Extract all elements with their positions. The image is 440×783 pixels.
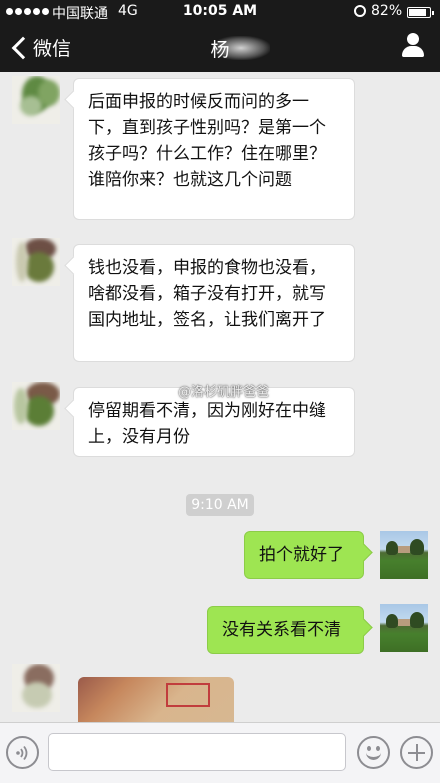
message-text: 钱也没看，申报的食物也没看，啥都没看，箱子没有打开，就写国内地址，签名，让我们离… [88,258,326,330]
message-bubble-received[interactable]: 后面申报的时候反而问的多一下，直到孩子性别吗？是第一个孩子吗？什么工作？住在哪里… [73,78,355,220]
avatar[interactable] [12,664,60,712]
contact-info-button[interactable] [402,33,424,57]
timestamp: 9:10 AM [186,494,254,516]
more-button[interactable] [400,736,433,769]
avatar[interactable] [12,238,60,286]
chat-area[interactable]: 后面申报的时候反而问的多一下，直到孩子性别吗？是第一个孩子吗？什么工作？住在哪里… [0,72,440,722]
message-text: 停留期看不清，因为刚好在中缝上，没有月份 [88,401,326,447]
my-avatar[interactable] [380,531,428,579]
message-bubble-sent[interactable]: 没有关系看不清 [207,606,364,654]
input-bar [0,722,440,783]
message-input[interactable] [48,733,346,771]
battery-icon [407,7,434,18]
emoji-button[interactable] [357,736,390,769]
message-text: 没有关系看不清 [222,620,341,640]
message-text: 后面申报的时候反而问的多一下，直到孩子性别吗？是第一个孩子吗？什么工作？住在哪里… [88,92,326,190]
top-bar: 中国联通 4G 10:05 AM 82% 微信 杨 [0,0,440,72]
voice-icon [16,745,28,761]
stamp-image [166,683,210,707]
avatar[interactable] [12,382,60,430]
title-blur-mask [212,36,270,60]
my-avatar[interactable] [380,604,428,652]
voice-button[interactable] [6,736,39,769]
message-bubble-sent[interactable]: 拍个就好了 [244,531,364,579]
person-icon [407,33,419,45]
status-bar: 中国联通 4G 10:05 AM 82% [0,0,440,24]
message-bubble-received[interactable]: 钱也没看，申报的食物也没看，啥都没看，箱子没有打开，就写国内地址，签名，让我们离… [73,244,355,362]
image-message[interactable] [78,677,234,722]
battery-percent: 82% [371,3,403,19]
message-bubble-received[interactable]: 停留期看不清，因为刚好在中缝上，没有月份 [73,387,355,457]
nav-bar: 微信 杨 [0,24,440,72]
emoji-icon [367,746,371,751]
rotation-lock-icon [354,5,366,17]
message-text: 拍个就好了 [259,545,344,565]
avatar[interactable] [12,76,60,124]
